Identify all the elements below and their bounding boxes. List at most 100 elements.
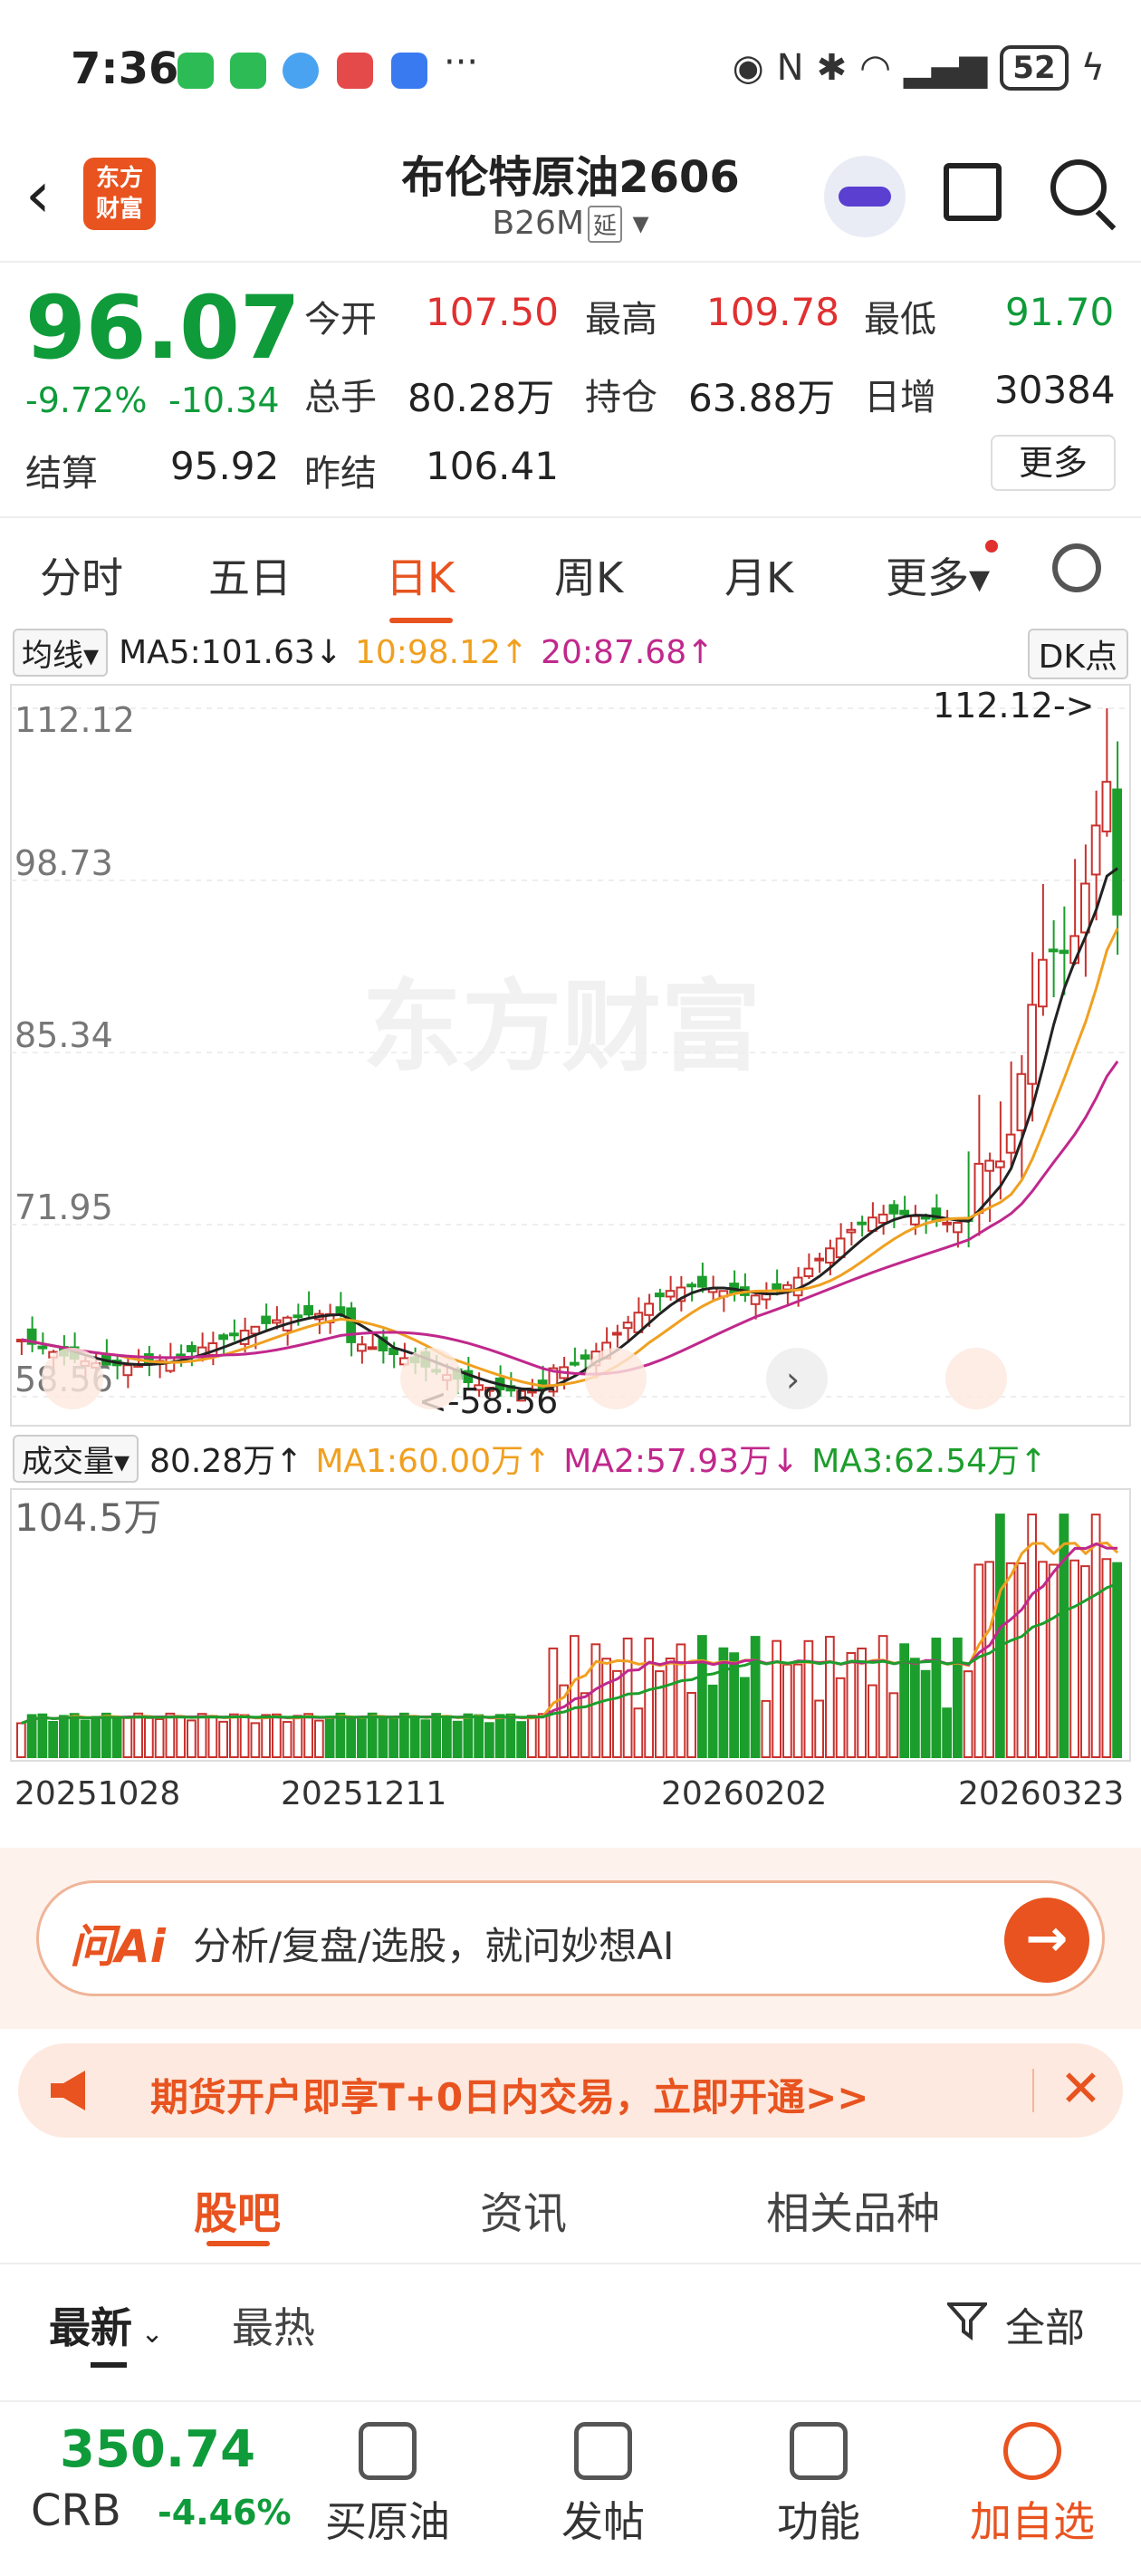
sort-hot[interactable]: 最热 (232, 2295, 315, 2355)
volume-bar (1090, 1514, 1101, 1759)
candlestick-chart[interactable]: 东方财富 112.1298.7385.3471.9558.56 112.12->… (0, 681, 1141, 1429)
banner-divider (1032, 2069, 1034, 2112)
candle-body (899, 1209, 909, 1216)
volume-bar (516, 1721, 526, 1758)
volume-bar (1038, 1561, 1048, 1759)
volume-bar (357, 1716, 367, 1758)
date-tick-4: 20260323 (958, 1775, 1125, 1812)
candle-body (846, 1228, 857, 1234)
nfc-icon: N (776, 47, 804, 89)
candle-body (292, 1314, 303, 1319)
filter-icon[interactable] (947, 2301, 987, 2341)
oi-label: 持仓 (585, 377, 657, 418)
edit-icon (574, 2422, 632, 2480)
post-button[interactable]: 发帖 (531, 2422, 676, 2549)
candle-body (37, 1345, 48, 1350)
volume-value: 80.28万 (408, 376, 555, 420)
volume-max-label: 104.5万 (14, 1495, 161, 1540)
status-time: 7:36 (71, 43, 179, 94)
ai-logo: 问Ai (70, 1920, 166, 1973)
volume-bar (91, 1716, 101, 1759)
sort-latest[interactable]: 最新 ⌄ (49, 2295, 164, 2355)
tab-related[interactable]: 相关品种 (766, 2177, 940, 2241)
volume-bar (1005, 1562, 1016, 1758)
candle-body (973, 1162, 984, 1214)
functions-button[interactable]: 功能 (746, 2422, 891, 2549)
volume-bar (612, 1669, 622, 1758)
notification-dot (985, 540, 998, 553)
share-icon[interactable] (944, 163, 1002, 221)
volume-bar (580, 1692, 590, 1759)
tab-forum[interactable]: 股吧 (194, 2177, 281, 2241)
ma-selector[interactable]: 均线▾ (13, 628, 109, 677)
arrow-right-icon[interactable]: → (1004, 1898, 1089, 1983)
date-tick-1: 20251028 (14, 1775, 181, 1812)
crb-value[interactable]: 350.74 (60, 2420, 255, 2479)
tab-weekly-k[interactable]: 周K (554, 545, 623, 605)
plus-icon (1003, 2422, 1061, 2480)
ai-robot-icon[interactable] (824, 156, 906, 237)
candle-body (814, 1257, 824, 1262)
candle-body (910, 1215, 920, 1226)
volume-bar (176, 1716, 186, 1758)
crosshair-icon[interactable] (400, 1348, 462, 1409)
zoom-out-icon[interactable] (585, 1348, 647, 1409)
dk-points-button[interactable]: DK点 (1027, 629, 1128, 679)
candle-body (942, 1221, 952, 1226)
candle-body (877, 1213, 888, 1224)
more-quote-button[interactable]: 更多 (991, 435, 1116, 491)
tab-intraday[interactable]: 分时 (40, 545, 123, 605)
open-label: 今开 (304, 299, 377, 341)
candle-body (218, 1334, 228, 1341)
volume-bar (48, 1720, 58, 1758)
volume-bar (835, 1677, 846, 1759)
candle-body (367, 1346, 378, 1350)
volume-bar (877, 1635, 888, 1758)
volume-bar (133, 1712, 143, 1759)
volume-bar (229, 1713, 239, 1759)
filter-all[interactable]: 全部 (1005, 2295, 1085, 2353)
volume-bar (367, 1712, 378, 1759)
tab-monthly-k[interactable]: 月K (724, 545, 793, 605)
volume-bar (282, 1721, 292, 1758)
volume-bar (1027, 1514, 1037, 1759)
candle-body (644, 1302, 654, 1316)
volume-bar (218, 1720, 228, 1759)
volume-bar (931, 1638, 942, 1758)
settle-label: 结算 (25, 453, 98, 495)
tab-daily-k[interactable]: 日K (386, 545, 455, 605)
ai-search-box[interactable]: 问Ai 分析/复盘/选股，就问妙想AI → (36, 1880, 1105, 1996)
volume-bar (324, 1716, 335, 1759)
candle-body (346, 1307, 356, 1343)
crb-name[interactable]: CRB (31, 2485, 121, 2536)
add-watchlist-button[interactable]: 加自选 (960, 2422, 1105, 2549)
search-icon[interactable] (1050, 159, 1107, 216)
dayadd-value: 30384 (994, 368, 1116, 412)
promo-banner[interactable]: 期货开户即享T+0日内交易，立即开通>> ✕ (18, 2043, 1123, 2138)
close-icon[interactable]: ✕ (1060, 2060, 1102, 2119)
high-label: 最高 (585, 299, 657, 341)
volume-bar (803, 1639, 814, 1758)
candle-body (1090, 824, 1101, 876)
expand-icon[interactable] (945, 1348, 1007, 1409)
volume-bar (527, 1715, 537, 1759)
volume-selector[interactable]: 成交量▾ (13, 1434, 139, 1483)
volume-bar (814, 1699, 824, 1759)
tab-more[interactable]: 更多▾ (886, 545, 990, 605)
candle-body (303, 1304, 313, 1316)
prevsettle-value: 106.41 (426, 444, 559, 488)
battery-icon: 52 (1000, 45, 1069, 91)
tab-5day[interactable]: 五日 (208, 545, 292, 605)
volume-bar (984, 1561, 994, 1758)
candle-body (782, 1283, 792, 1291)
volume-chart[interactable]: 104.5万 (0, 1485, 1141, 1766)
tab-news[interactable]: 资讯 (480, 2177, 567, 2241)
cloud-icon (283, 53, 319, 89)
date-tick-3: 20260202 (661, 1775, 828, 1812)
buy-crude-button[interactable]: 买原油 (315, 2422, 460, 2549)
gear-icon[interactable] (1052, 543, 1101, 592)
scroll-left-icon[interactable] (42, 1348, 103, 1409)
abs-change: -10.34 (168, 380, 280, 420)
megaphone-icon (51, 2071, 85, 2110)
volume-bar (474, 1714, 484, 1758)
